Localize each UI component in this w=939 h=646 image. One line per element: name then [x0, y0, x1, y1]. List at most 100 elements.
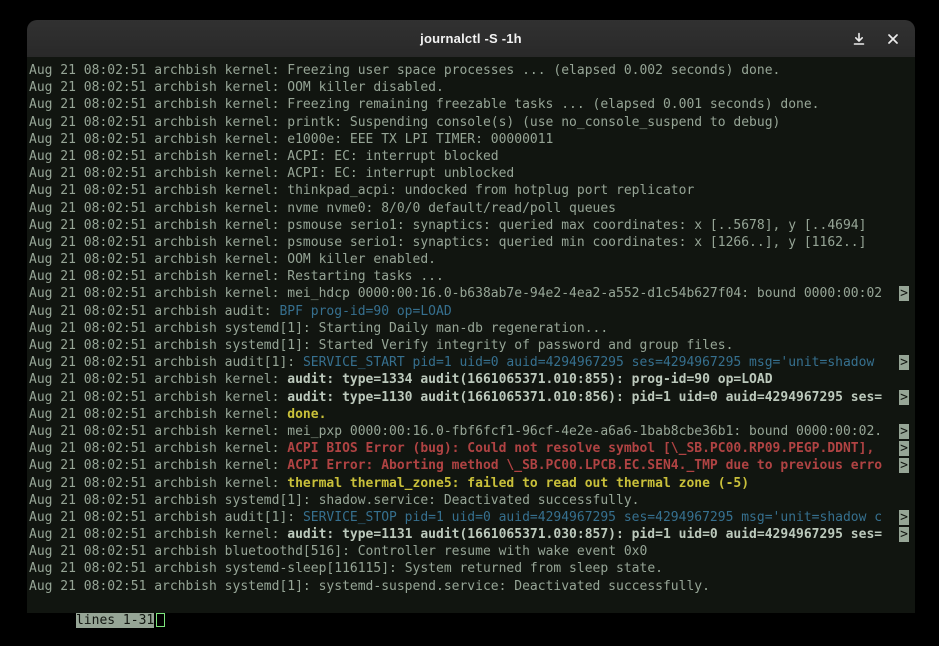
- truncation-marker: >: [899, 441, 909, 456]
- log-line: Aug 21 08:02:51 archbish kernel: e1000e:…: [29, 131, 915, 148]
- truncation-marker: >: [899, 458, 909, 473]
- close-icon: [887, 33, 899, 45]
- log-line-prefix: Aug 21 08:02:51 archbish bluetoothd[516]…: [29, 544, 358, 559]
- log-line: Aug 21 08:02:51 archbish kernel: OOM kil…: [29, 79, 915, 96]
- log-line-prefix: Aug 21 08:02:51 archbish kernel:: [29, 63, 287, 78]
- log-line-prefix: Aug 21 08:02:51 archbish kernel:: [29, 183, 287, 198]
- log-line-message: Freezing user space processes ... (elaps…: [287, 63, 780, 78]
- log-line-prefix: Aug 21 08:02:51 archbish kernel:: [29, 527, 287, 542]
- log-line-message: systemd-suspend.service: Deactivated suc…: [319, 579, 710, 594]
- truncation-marker: >: [899, 527, 909, 542]
- log-line: Aug 21 08:02:51 archbish kernel: psmouse…: [29, 234, 915, 251]
- log-line: Aug 21 08:02:51 archbish systemd-sleep[1…: [29, 560, 915, 577]
- log-line-message: OOM killer enabled.: [287, 252, 436, 267]
- log-line-message: psmouse serio1: synaptics: queried min c…: [287, 235, 866, 250]
- log-line-prefix: Aug 21 08:02:51 archbish audit:: [29, 304, 279, 319]
- log-line-message: printk: Suspending console(s) (use no_co…: [287, 115, 780, 130]
- log-line-prefix: Aug 21 08:02:51 archbish kernel:: [29, 252, 287, 267]
- log-line-prefix: Aug 21 08:02:51 archbish audit[1]:: [29, 355, 303, 370]
- log-line: Aug 21 08:02:51 archbish kernel: mei_pxp…: [29, 423, 915, 440]
- truncation-marker: >: [899, 390, 909, 405]
- log-line-prefix: Aug 21 08:02:51 archbish kernel:: [29, 424, 287, 439]
- log-line: Aug 21 08:02:51 archbish kernel: OOM kil…: [29, 251, 915, 268]
- log-line-message: SERVICE_STOP pid=1 uid=0 auid=4294967295…: [303, 510, 882, 525]
- log-line-prefix: Aug 21 08:02:51 archbish kernel:: [29, 372, 287, 387]
- download-icon: [852, 32, 866, 46]
- log-line: Aug 21 08:02:51 archbish systemd[1]: sha…: [29, 492, 915, 509]
- log-line-message: Starting Daily man-db regeneration...: [319, 321, 609, 336]
- log-line-prefix: Aug 21 08:02:51 archbish kernel:: [29, 166, 287, 181]
- pager-line-count: lines 1-31: [76, 613, 154, 628]
- log-line: Aug 21 08:02:51 archbish kernel: psmouse…: [29, 217, 915, 234]
- log-line-message: BPF prog-id=90 op=LOAD: [279, 304, 451, 319]
- log-line: Aug 21 08:02:51 archbish kernel: mei_hdc…: [29, 285, 915, 302]
- log-line-message: thinkpad_acpi: undocked from hotplug por…: [287, 183, 694, 198]
- log-line: Aug 21 08:02:51 archbish kernel: audit: …: [29, 371, 915, 388]
- log-line-message: mei_hdcp 0000:00:16.0-b638ab7e-94e2-4ea2…: [287, 286, 882, 301]
- log-line: Aug 21 08:02:51 archbish kernel: thermal…: [29, 475, 915, 492]
- log-line-message: ACPI Error: Aborting method \_SB.PC00.LP…: [287, 458, 882, 473]
- log-line: Aug 21 08:02:51 archbish kernel: thinkpa…: [29, 182, 915, 199]
- log-line: Aug 21 08:02:51 archbish bluetoothd[516]…: [29, 543, 915, 560]
- log-line-prefix: Aug 21 08:02:51 archbish kernel:: [29, 149, 287, 164]
- log-line: Aug 21 08:02:51 archbish kernel: ACPI: E…: [29, 148, 915, 165]
- truncation-marker: >: [899, 286, 909, 301]
- terminal-window: journalctl -S -1h Aug 21 08:02:5: [27, 20, 915, 613]
- desktop: { "window": { "title": "journalctl -S -1…: [0, 0, 939, 643]
- log-line-message: Freezing remaining freezable tasks ... (…: [287, 97, 819, 112]
- log-line: Aug 21 08:02:51 archbish kernel: ACPI Er…: [29, 457, 915, 474]
- terminal-cursor: [156, 613, 165, 627]
- log-line: Aug 21 08:02:51 archbish kernel: audit: …: [29, 526, 915, 543]
- log-line-message: ACPI: EC: interrupt blocked: [287, 149, 498, 164]
- log-line: Aug 21 08:02:51 archbish kernel: Freezin…: [29, 62, 915, 79]
- log-line: Aug 21 08:02:51 archbish systemd[1]: sys…: [29, 578, 915, 595]
- log-line-message: Restarting tasks ...: [287, 269, 444, 284]
- log-line-message: nvme nvme0: 8/0/0 default/read/poll queu…: [287, 201, 616, 216]
- download-button[interactable]: [847, 27, 871, 51]
- log-line-message: e1000e: EEE TX LPI TIMER: 00000011: [287, 132, 553, 147]
- log-line-message: SERVICE_START pid=1 uid=0 auid=429496729…: [303, 355, 874, 370]
- log-line: Aug 21 08:02:51 archbish systemd[1]: Sta…: [29, 337, 915, 354]
- log-line-prefix: Aug 21 08:02:51 archbish kernel:: [29, 458, 287, 473]
- window-title: journalctl -S -1h: [420, 31, 522, 46]
- log-line: Aug 21 08:02:51 archbish kernel: printk:…: [29, 114, 915, 131]
- log-line: Aug 21 08:02:51 archbish kernel: Restart…: [29, 268, 915, 285]
- log-line-prefix: Aug 21 08:02:51 archbish kernel:: [29, 80, 287, 95]
- log-line-message: Controller resume with wake event 0x0: [358, 544, 648, 559]
- log-line-prefix: Aug 21 08:02:51 archbish kernel:: [29, 286, 287, 301]
- log-line-message: ACPI BIOS Error (bug): Could not resolve…: [287, 441, 874, 456]
- truncation-marker: >: [899, 510, 909, 525]
- log-line-message: shadow.service: Deactivated successfully…: [319, 493, 640, 508]
- log-line: Aug 21 08:02:51 archbish audit: BPF prog…: [29, 303, 915, 320]
- log-line-message: Started Verify integrity of password and…: [319, 338, 734, 353]
- log-line-prefix: Aug 21 08:02:51 archbish kernel:: [29, 132, 287, 147]
- close-button[interactable]: [881, 27, 905, 51]
- truncation-marker: >: [899, 424, 909, 439]
- log-line-prefix: Aug 21 08:02:51 archbish kernel:: [29, 269, 287, 284]
- log-line-message: audit: type=1130 audit(1661065371.010:85…: [287, 390, 882, 405]
- log-line-prefix: Aug 21 08:02:51 archbish kernel:: [29, 201, 287, 216]
- log-line-prefix: Aug 21 08:02:51 archbish kernel:: [29, 441, 287, 456]
- log-line-message: OOM killer disabled.: [287, 80, 444, 95]
- log-line: Aug 21 08:02:51 archbish kernel: nvme nv…: [29, 200, 915, 217]
- log-line-prefix: Aug 21 08:02:51 archbish kernel:: [29, 218, 287, 233]
- log-line-prefix: Aug 21 08:02:51 archbish kernel:: [29, 115, 287, 130]
- log-line-message: thermal thermal_zone5: failed to read ou…: [287, 476, 749, 491]
- log-line-prefix: Aug 21 08:02:51 archbish systemd[1]:: [29, 579, 319, 594]
- terminal-output[interactable]: Aug 21 08:02:51 archbish kernel: Freezin…: [27, 57, 915, 613]
- log-line-message: ACPI: EC: interrupt unblocked: [287, 166, 514, 181]
- log-line-prefix: Aug 21 08:02:51 archbish systemd[1]:: [29, 338, 319, 353]
- log-line-message: mei_pxp 0000:00:16.0-fbf6fcf1-96cf-4e2e-…: [287, 424, 882, 439]
- log-line-prefix: Aug 21 08:02:51 archbish kernel:: [29, 235, 287, 250]
- log-line-prefix: Aug 21 08:02:51 archbish kernel:: [29, 476, 287, 491]
- titlebar-buttons: [847, 20, 905, 57]
- truncation-marker: >: [899, 355, 909, 370]
- log-line-prefix: Aug 21 08:02:51 archbish kernel:: [29, 97, 287, 112]
- titlebar[interactable]: journalctl -S -1h: [27, 20, 915, 57]
- log-line: Aug 21 08:02:51 archbish kernel: done.: [29, 406, 915, 423]
- log-line-message: psmouse serio1: synaptics: queried max c…: [287, 218, 866, 233]
- log-line-message: done.: [287, 407, 326, 422]
- log-line-message: audit: type=1131 audit(1661065371.030:85…: [287, 527, 882, 542]
- log-line: Aug 21 08:02:51 archbish kernel: ACPI: E…: [29, 165, 915, 182]
- log-line: Aug 21 08:02:51 archbish systemd[1]: Sta…: [29, 320, 915, 337]
